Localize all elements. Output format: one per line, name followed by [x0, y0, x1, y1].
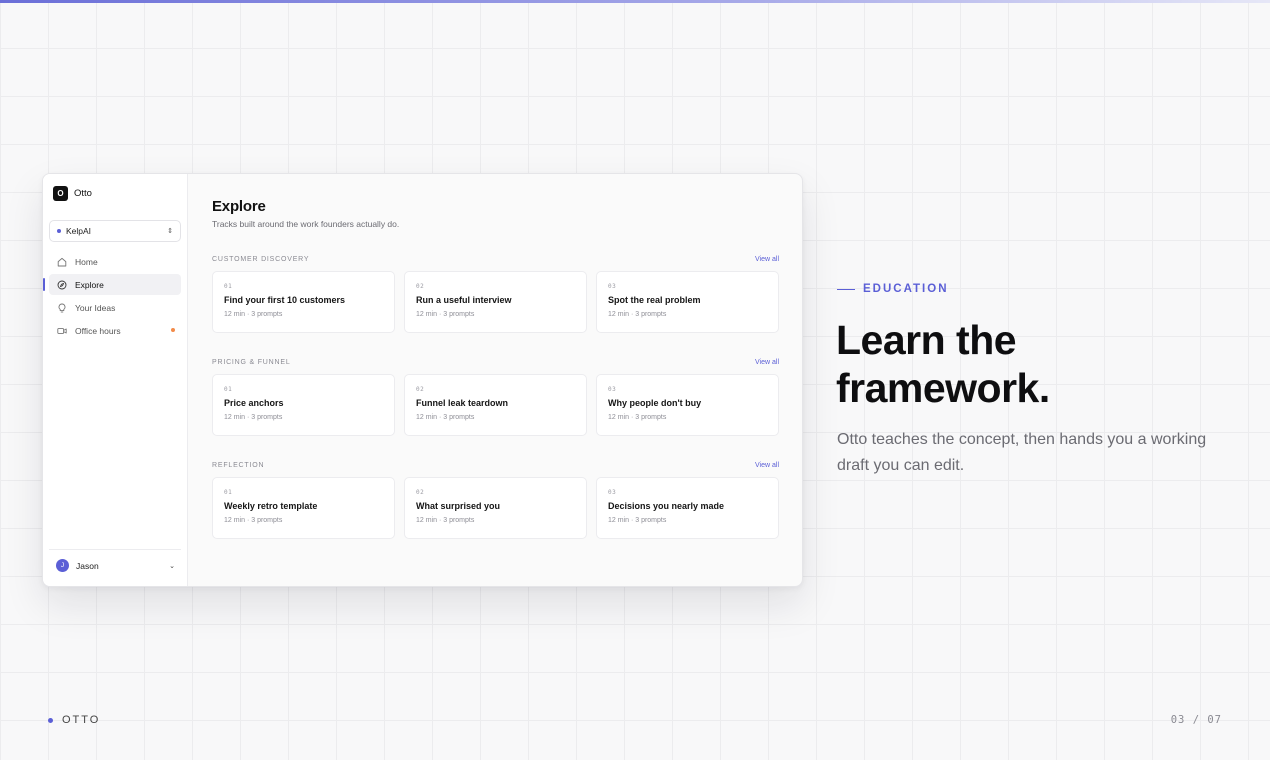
eyebrow-rule — [837, 288, 855, 290]
card-title: Find your first 10 customers — [224, 295, 346, 305]
card-meta: 12 min · 3 prompts — [608, 414, 667, 421]
user-name: Jason — [76, 560, 99, 571]
workspace-name: KelpAI — [66, 226, 92, 236]
card-title: Price anchors — [224, 398, 284, 408]
card-meta: 12 min · 3 prompts — [224, 414, 283, 421]
track-card[interactable]: 02 Run a useful interview 12 min · 3 pro… — [404, 271, 587, 333]
card-meta: 12 min · 3 prompts — [416, 414, 475, 421]
sidebar-item-label: Your Ideas — [75, 302, 116, 313]
user-menu[interactable]: J Jason ⌄ — [49, 549, 181, 572]
view-all-link[interactable]: View all — [755, 359, 779, 366]
track-card[interactable]: 03 Decisions you nearly made 12 min · 3 … — [596, 477, 779, 539]
footer-dot-icon — [48, 717, 53, 723]
view-all-link[interactable]: View all — [755, 462, 779, 469]
card-meta: 12 min · 3 prompts — [608, 517, 667, 524]
compass-icon — [57, 280, 67, 290]
track-card[interactable]: 03 Spot the real problem 12 min · 3 prom… — [596, 271, 779, 333]
page-title: Explore — [212, 198, 266, 215]
card-number: 03 — [608, 386, 617, 393]
sidebar-item-home[interactable]: Home — [49, 251, 181, 272]
section-customer-discovery: CUSTOMER DISCOVERY View all 01 Find your… — [212, 252, 779, 333]
sidebar-item-office-hours[interactable]: Office hours — [49, 320, 181, 341]
headline-line-1: Learn the — [836, 317, 1017, 363]
footer-brand: OTTO — [48, 714, 100, 726]
track-card[interactable]: 02 What surprised you 12 min · 3 prompts — [404, 477, 587, 539]
card-number: 01 — [224, 489, 233, 496]
card-number: 03 — [608, 489, 617, 496]
page-subtitle: Tracks built around the work founders ac… — [212, 219, 400, 229]
sidebar-item-label: Explore — [75, 279, 104, 290]
card-title: Decisions you nearly made — [608, 501, 725, 511]
track-card[interactable]: 03 Why people don't buy 12 min · 3 promp… — [596, 374, 779, 436]
sidebar-item-label: Office hours — [75, 325, 121, 336]
footer-brand-label: OTTO — [62, 714, 101, 726]
card-title: Funnel leak teardown — [416, 398, 509, 408]
lightbulb-icon — [57, 303, 67, 313]
section-label: REFLECTION — [212, 461, 265, 469]
track-card[interactable]: 02 Funnel leak teardown 12 min · 3 promp… — [404, 374, 587, 436]
video-icon — [57, 326, 67, 336]
page-counter: 03 / 07 — [1170, 714, 1222, 726]
card-title: Spot the real problem — [608, 295, 701, 305]
section-reflection: REFLECTION View all 01 Weekly retro temp… — [212, 458, 779, 539]
brand[interactable]: O Otto — [53, 186, 92, 201]
chevron-down-icon: ⌄ — [169, 562, 175, 570]
track-card[interactable]: 01 Find your first 10 customers 12 min ·… — [212, 271, 395, 333]
sidebar-item-explore[interactable]: Explore — [43, 274, 181, 295]
headline-line-2: framework. — [836, 365, 1050, 411]
sidebar-item-your-ideas[interactable]: Your Ideas — [49, 297, 181, 318]
card-meta: 12 min · 3 prompts — [416, 517, 475, 524]
card-number: 02 — [416, 386, 425, 393]
eyebrow: EDUCATION — [837, 283, 949, 295]
card-title: Why people don't buy — [608, 398, 702, 408]
eyebrow-text: EDUCATION — [863, 283, 949, 295]
track-card[interactable]: 01 Price anchors 12 min · 3 prompts — [212, 374, 395, 436]
card-title: Weekly retro template — [224, 501, 318, 511]
notification-dot — [171, 328, 175, 332]
card-meta: 12 min · 3 prompts — [224, 311, 283, 318]
workspace-switcher[interactable]: KelpAI ⇕ — [49, 220, 181, 242]
card-meta: 12 min · 3 prompts — [608, 311, 667, 318]
avatar: J — [56, 559, 69, 572]
sidebar: O Otto KelpAI ⇕ Home Explore Your Ideas … — [43, 174, 188, 586]
section-label: PRICING & FUNNEL — [212, 358, 291, 366]
brand-name: Otto — [74, 188, 92, 199]
card-title: What surprised you — [416, 501, 501, 511]
card-number: 03 — [608, 283, 617, 290]
slide-headline: Learn the framework. — [836, 316, 1256, 412]
sidebar-item-label: Home — [75, 256, 98, 267]
slide-body: Otto teaches the concept, then hands you… — [837, 431, 1207, 474]
track-card[interactable]: 01 Weekly retro template 12 min · 3 prom… — [212, 477, 395, 539]
top-accent-bar — [0, 0, 1270, 3]
app-window: O Otto KelpAI ⇕ Home Explore Your Ideas … — [42, 173, 803, 587]
chevron-up-down-icon: ⇕ — [167, 228, 173, 235]
view-all-link[interactable]: View all — [755, 256, 779, 263]
card-number: 02 — [416, 283, 425, 290]
card-number: 01 — [224, 283, 233, 290]
sidebar-nav: Home Explore Your Ideas Office hours — [43, 251, 181, 343]
card-number: 02 — [416, 489, 425, 496]
card-number: 01 — [224, 386, 233, 393]
workspace-dot-icon — [57, 229, 61, 233]
logo-icon: O — [53, 186, 68, 201]
main-content: Explore Tracks built around the work fou… — [188, 174, 802, 586]
card-meta: 12 min · 3 prompts — [416, 311, 475, 318]
home-icon — [57, 257, 67, 267]
card-title: Run a useful interview — [416, 295, 512, 305]
card-meta: 12 min · 3 prompts — [224, 517, 283, 524]
section-pricing-funnel: PRICING & FUNNEL View all 01 Price ancho… — [212, 355, 779, 436]
section-label: CUSTOMER DISCOVERY — [212, 255, 310, 263]
